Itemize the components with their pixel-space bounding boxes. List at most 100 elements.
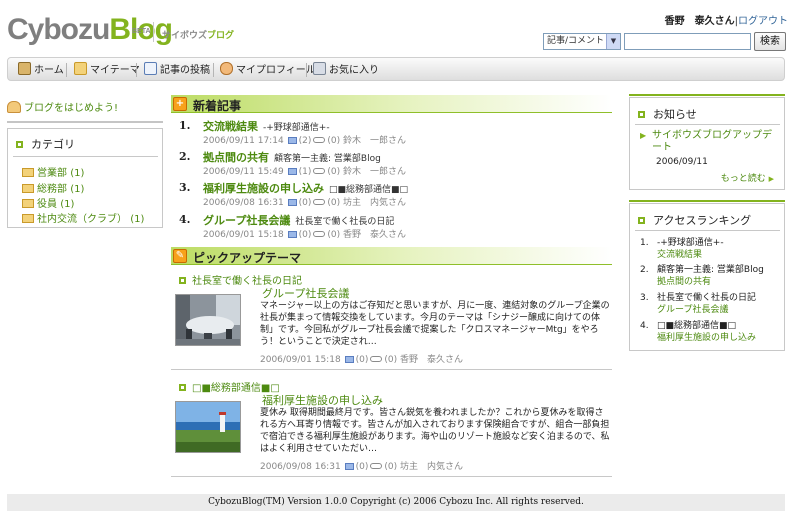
pickup-entry-body: 夏休み 取得期間最終月です。皆さん鋭気を養われましたか？これから夏休みを取得され… [260,408,610,454]
trackback-count[interactable]: (0) [327,198,340,208]
entry-number: 3. [179,181,191,194]
pencil-icon [144,62,157,75]
nav-my-profile[interactable]: マイプロフィール [220,62,316,78]
favorites-icon [313,62,326,75]
ranking-item: 3. 社長室で働く社長の日記 グループ社長会議 [640,292,780,316]
entry-meta: 2006/09/11 15:49 (1) (0) 鈴木 一郎さん [203,164,406,177]
search-scope-value: 記事/コメント [547,36,605,46]
category-item-club[interactable]: 社内交流（クラブ） (1) [22,210,144,225]
ranking-topline [629,200,785,202]
bullet-square-icon [179,277,186,284]
footer-copyright: CybozuBlog(TM) Version 1.0.0 Copyright (… [7,494,785,511]
ranking-entry-link[interactable]: 交流戦結果 [640,249,780,261]
folder-icon [22,199,34,208]
ranking-panel: アクセスランキング 1. -+野球部通信+- 交流戦結果 2. 顧客第一主義: 営業部… [629,203,785,351]
entry-title-link[interactable]: 交流戦結果 [203,120,258,133]
nav-my-theme[interactable]: マイテーマ [74,62,140,78]
ranking-title-rule [635,230,780,231]
trackback-count[interactable]: (0) [327,230,340,240]
logo-subtitle-part2: ブログ [207,31,235,41]
entry-blog-name[interactable]: 社長室で働く社長の日記 [295,217,394,227]
category-label: 営業部 [37,168,67,179]
trackback-icon [370,463,383,469]
pickup-title: ピックアップテーマ [193,251,302,265]
comment-count[interactable]: (0) [299,230,312,240]
news-date: 2006/09/11 [656,157,708,167]
news-item-label: サイボウズブログアップデート [652,130,772,153]
start-blog-label: ブログをはじめよう! [24,103,119,114]
beta-badge: BETA [132,28,151,35]
logo[interactable]: CybozuBlog BETA [7,12,173,48]
comment-icon [344,463,354,470]
comment-count[interactable]: (2) [299,136,312,146]
category-label: 総務部 [37,184,67,195]
entry-date: 2006/09/08 16:31 [203,198,284,208]
pickup-entry-title[interactable]: 福利厚生施設の申し込み [262,392,383,408]
search-button[interactable]: 検索 [754,32,786,51]
ranking-item: 1. -+野球部通信+- 交流戦結果 [640,237,780,261]
ranking-entry-link[interactable]: 拠点間の共有 [640,276,780,288]
category-item-general-affairs[interactable]: 総務部 (1) [22,180,84,195]
comment-count[interactable]: (0) [356,355,369,365]
nav-post-entry[interactable]: 記事の投稿 [144,62,210,78]
trackback-icon [313,231,326,237]
logout-link[interactable]: ログアウト [738,16,788,27]
entry-blog-name[interactable]: □■総務部通信■□ [329,185,408,195]
ranking-title-label: アクセスランキング [653,214,752,227]
pencil-icon: ✎ [173,249,187,263]
chevron-down-icon[interactable]: ▼ [606,34,620,49]
ranking-blog-link[interactable]: □■総務部通信■□ [640,320,780,332]
entry-meta: 2006/09/08 16:31 (0) (0) 坊主 内気さん [203,195,406,208]
search-input[interactable] [624,33,751,50]
trackback-count[interactable]: (0) [384,355,397,365]
pickup-thumbnail-lighthouse[interactable] [175,401,241,453]
trackback-count[interactable]: (0) [327,136,340,146]
ranking-item: 4. □■総務部通信■□ 福利厚生施設の申し込み [640,320,780,344]
entry-title-link[interactable]: グループ社長会議 [203,214,290,227]
news-panel: お知らせ ▶ サイボウズブログアップデート 2006/09/11 もっと読む ▶ [629,97,785,190]
ranking-blog-link[interactable]: -+野球部通信+- [640,237,780,249]
entry-author: 鈴木 一郎さん [343,136,407,146]
read-more-label: もっと読む [720,174,766,184]
ranking-entry-link[interactable]: グループ社長会議 [640,304,780,316]
category-count: (1) [60,199,75,210]
category-count: (1) [70,168,85,179]
comment-count[interactable]: (0) [356,462,369,472]
entry-meta: 2006/09/01 15:18 (0) (0) 香野 泰久さん [203,227,406,240]
bullet-square-icon [638,217,645,224]
pickup-thumbnail-meeting-room[interactable] [175,294,241,346]
entry-blog-name[interactable]: -+野球部通信+- [263,123,330,133]
folder-icon [22,184,34,193]
ranking-blog-link[interactable]: 社長室で働く社長の日記 [640,292,780,304]
entry-title-link[interactable]: 福利厚生施設の申し込み [203,182,324,195]
trackback-icon [313,199,326,205]
category-label: 社内交流（クラブ） [37,214,127,225]
entry-author: 坊主 内気さん [343,198,407,208]
category-item-sales[interactable]: 営業部 (1) [22,164,84,179]
comment-count[interactable]: (0) [299,198,312,208]
entry-title-link[interactable]: 拠点間の共有 [203,151,269,164]
comment-count[interactable]: (1) [299,167,312,177]
category-item-executives[interactable]: 役員 (1) [22,195,74,210]
user-icon [220,62,233,75]
pickup-entry-meta: 2006/09/08 16:31 (0) (0) 坊主 内気さん [260,459,463,472]
search-scope-select[interactable]: 記事/コメント ▼ [543,33,621,50]
pickup-entry-body: マネージャー以上の方はご存知だと思いますが、月に一度、連結対象のグループ企業の社… [260,301,610,347]
trackback-count[interactable]: (0) [384,462,397,472]
entry-date: 2006/09/01 15:18 [260,355,341,365]
bullet-square-icon [638,111,645,118]
nav-home[interactable]: ホーム [18,62,64,78]
ranking-number: 3. [640,293,649,303]
start-blog-link[interactable]: ブログをはじめよう! [7,99,118,114]
news-item-link[interactable]: ▶ サイボウズブログアップデート [640,130,780,154]
pickup-entry-title[interactable]: グループ社長会議 [262,285,349,301]
nav-favorites[interactable]: お気に入り [313,62,379,78]
ranking-blog-link[interactable]: 顧客第一主義: 営業部Blog [640,264,780,276]
header: CybozuBlog BETA サイボウズブログ 香野 泰久さん|ログアウト 記… [0,0,800,56]
news-title-label: お知らせ [653,108,697,121]
ranking-entry-link[interactable]: 福利厚生施設の申し込み [640,332,780,344]
read-more-link[interactable]: もっと読む ▶ [721,171,774,184]
home-icon [18,62,31,75]
entry-blog-name[interactable]: 顧客第一主義: 営業部Blog [274,154,381,164]
trackback-count[interactable]: (0) [327,167,340,177]
